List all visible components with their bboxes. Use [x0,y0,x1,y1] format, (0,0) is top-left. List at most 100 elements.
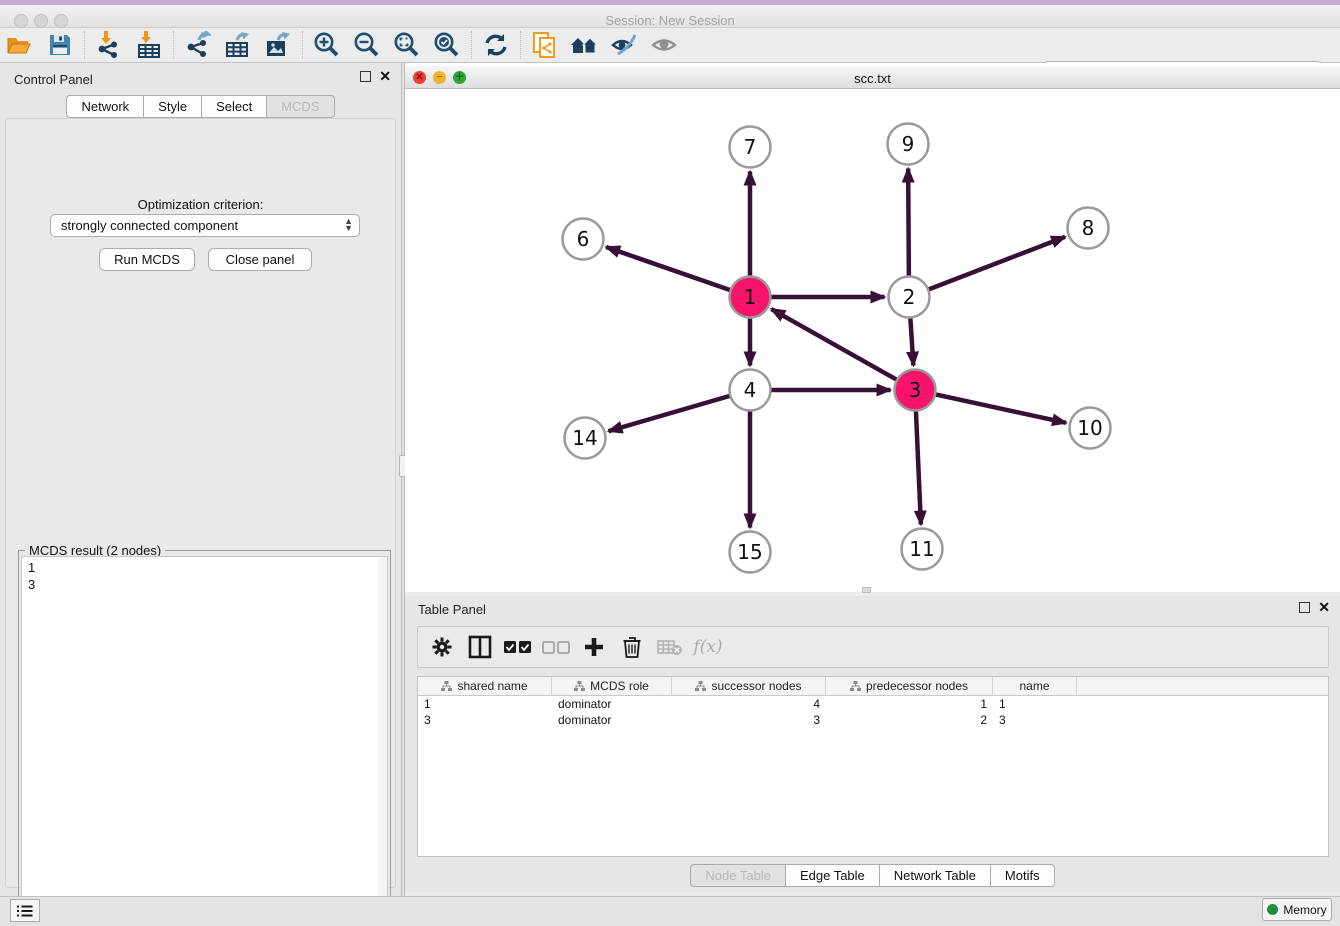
float-panel-icon[interactable] [1299,602,1310,613]
list-icon [17,904,33,918]
window-title: Session: New Session [0,13,1340,28]
zoom-out-icon[interactable] [347,29,387,61]
save-session-icon[interactable] [40,29,80,61]
new-network-from-selection-icon[interactable] [525,29,565,61]
column-label: successor nodes [711,679,801,693]
network-canvas[interactable]: 1234678910111415 [405,89,1340,592]
show-columns-icon[interactable] [464,631,496,663]
table-settings-icon[interactable] [426,631,458,663]
unselect-all-icon[interactable] [540,631,572,663]
tab-motifs[interactable]: Motifs [990,864,1055,887]
column-header-shared-name[interactable]: shared name [418,677,552,695]
tab-style[interactable]: Style [143,95,201,118]
table-cell: dominator [552,712,672,728]
column-type-icon [850,681,861,692]
toolbar-separator [302,31,303,59]
tab-network[interactable]: Network [66,95,143,118]
edge-3-10[interactable] [935,394,1066,422]
node-label-10: 10 [1077,416,1102,440]
table-row[interactable]: 3dominator323 [418,712,1328,728]
run-mcds-button[interactable]: Run MCDS [99,248,195,271]
import-table-icon[interactable] [129,29,169,61]
table-toolbar: f(x) [417,626,1329,668]
close-panel-icon[interactable]: ✕ [379,71,391,82]
table-cell: 3 [993,712,1077,728]
optimization-criterion-value: strongly connected component [61,218,238,233]
edge-4-14[interactable] [609,396,731,431]
table-body: 1dominator4113dominator323 [418,696,1328,728]
application-window: Session: New Session [0,0,1340,926]
optimization-criterion-select[interactable]: strongly connected component ▲▼ [50,214,360,237]
memory-status-icon [1267,904,1278,915]
node-label-9: 9 [902,132,915,156]
float-panel-icon[interactable] [360,71,371,82]
delete-table-icon[interactable] [654,631,686,663]
close-panel-icon[interactable]: ✕ [1318,602,1330,613]
tab-edge-table[interactable]: Edge Table [785,864,879,887]
toolbar-separator [520,31,521,59]
column-header-MCDS-role[interactable]: MCDS role [552,677,672,695]
titlebar: Session: New Session [0,5,1340,28]
export-table-icon[interactable] [218,29,258,61]
add-column-icon[interactable] [578,631,610,663]
zoom-fit-icon[interactable] [387,29,427,61]
table-header-row: shared name MCDS role successor nodes prede… [418,677,1328,696]
select-stepper-icon: ▲▼ [344,218,353,232]
table-cell: dominator [552,696,672,712]
tab-select[interactable]: Select [201,95,266,118]
zoom-selected-icon[interactable] [427,29,467,61]
delete-columns-icon[interactable] [616,631,648,663]
first-neighbors-icon[interactable] [565,29,605,61]
column-header-name[interactable]: name [993,677,1077,695]
edge-2-3[interactable] [910,317,913,365]
edge-2-9[interactable] [908,168,909,276]
column-type-icon [695,681,706,692]
zoom-in-icon[interactable] [307,29,347,61]
node-label-2: 2 [903,285,916,309]
export-image-icon[interactable] [258,29,298,61]
import-network-icon[interactable] [89,29,129,61]
tab-mcds[interactable]: MCDS [266,95,334,118]
refresh-icon[interactable] [476,29,516,61]
edge-1-6[interactable] [606,247,730,290]
toolbar-separator [471,31,472,59]
edge-3-1[interactable] [771,309,897,380]
column-label: MCDS role [590,679,649,693]
toolbar-separator [84,31,85,59]
select-all-icon[interactable] [502,631,534,663]
table-cell: 1 [418,696,552,712]
mcds-result-list[interactable]: 1 3 [21,556,388,923]
column-header-successor-nodes[interactable]: successor nodes [672,677,826,695]
result-scrollbar[interactable] [378,557,387,922]
network-view-window: ✕ − ＋ scc.txt 1234678910111415 [405,63,1340,592]
column-header-predecessor-nodes[interactable]: predecessor nodes [826,677,993,695]
node-label-15: 15 [737,540,762,564]
mcds-panel-body: Optimization criterion: strongly connect… [5,118,396,888]
open-session-icon[interactable] [0,29,40,61]
node-label-6: 6 [577,227,590,251]
edge-2-8[interactable] [928,237,1065,290]
table-cell: 3 [418,712,552,728]
node-label-4: 4 [744,378,757,402]
memory-button[interactable]: Memory [1262,898,1332,921]
table-cell: 1 [826,696,993,712]
show-all-icon[interactable] [645,29,685,61]
hide-selected-icon[interactable] [605,29,645,61]
export-network-icon[interactable] [178,29,218,61]
control-panel-tabs: Network Style Select MCDS [0,95,401,118]
function-builder-icon[interactable]: f(x) [692,631,724,663]
table-row[interactable]: 1dominator411 [418,696,1328,712]
node-label-11: 11 [909,537,934,561]
tab-node-table[interactable]: Node Table [690,864,785,887]
edge-3-11[interactable] [916,410,921,524]
control-panel-title: Control Panel [14,72,93,87]
close-panel-button[interactable]: Close panel [208,248,312,271]
table-cell: 3 [672,712,826,728]
tab-network-table[interactable]: Network Table [879,864,990,887]
table-cell: 1 [993,696,1077,712]
node-table[interactable]: shared name MCDS role successor nodes prede… [417,676,1329,857]
task-history-button[interactable] [10,899,40,922]
horizontal-splitter-handle[interactable] [862,587,871,593]
network-window-title: scc.txt [405,71,1340,86]
network-window-titlebar[interactable]: ✕ − ＋ scc.txt [405,66,1340,89]
